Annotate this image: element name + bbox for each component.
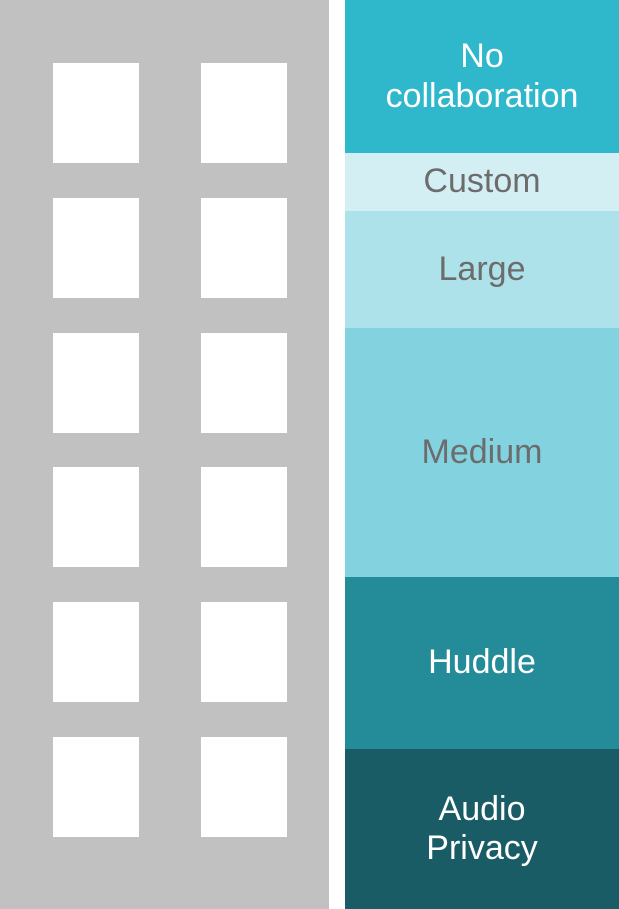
zone-large-label: Large bbox=[438, 249, 526, 288]
floor-4-window-right bbox=[201, 467, 287, 567]
floor-5-window-left bbox=[53, 602, 139, 702]
floor-3-window-left bbox=[53, 333, 139, 433]
workspace-zones: No collaboration Custom Large Medium Hud… bbox=[345, 0, 619, 909]
floor-3-window-right bbox=[201, 333, 287, 433]
floor-4-window-left bbox=[53, 467, 139, 567]
zone-huddle: Huddle bbox=[345, 577, 619, 749]
floor-6-window-right bbox=[201, 737, 287, 837]
zone-large: Large bbox=[345, 211, 619, 328]
zone-custom: Custom bbox=[345, 153, 619, 211]
floor-2-window-left bbox=[53, 198, 139, 298]
floor-5-window-right bbox=[201, 602, 287, 702]
zone-audio-privacy-label: Audio Privacy bbox=[426, 789, 538, 867]
zone-custom-label: Custom bbox=[423, 162, 541, 201]
floor-2-window-right bbox=[201, 198, 287, 298]
zone-medium: Medium bbox=[345, 328, 619, 577]
floor-1-window-left bbox=[53, 63, 139, 163]
zone-no-collaboration-label: No collaboration bbox=[385, 37, 579, 115]
zone-no-collaboration: No collaboration bbox=[345, 0, 619, 153]
floor-1-window-right bbox=[201, 63, 287, 163]
zone-audio-privacy: Audio Privacy bbox=[345, 749, 619, 909]
building-floors bbox=[0, 0, 329, 909]
zone-medium-label: Medium bbox=[421, 432, 543, 471]
floor-6-window-left bbox=[53, 737, 139, 837]
zone-huddle-label: Huddle bbox=[428, 643, 536, 682]
